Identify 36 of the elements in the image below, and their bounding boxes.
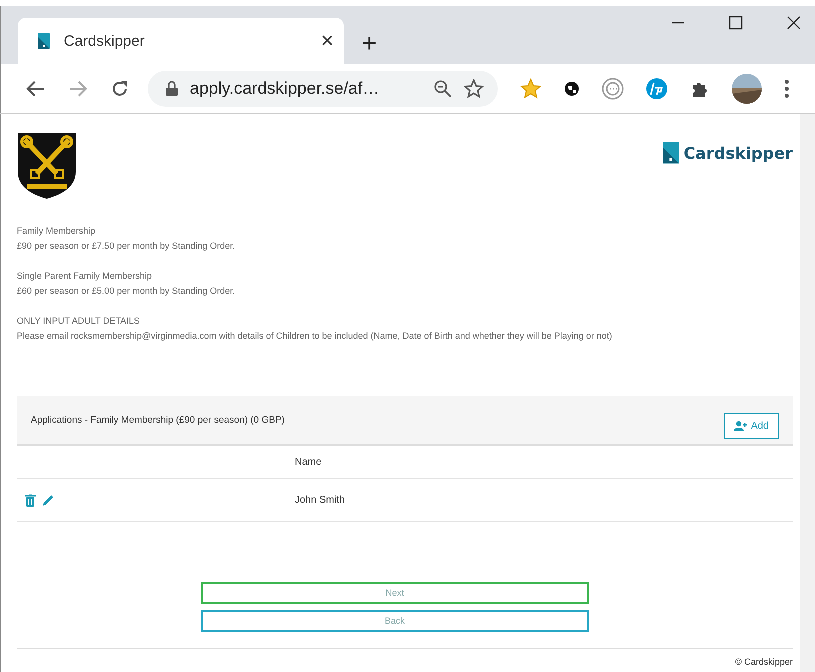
- menu-icon[interactable]: [784, 78, 790, 98]
- info-title: ONLY INPUT ADULT DETAILS: [17, 315, 142, 328]
- close-icon[interactable]: [787, 16, 801, 30]
- star-icon[interactable]: [520, 78, 542, 100]
- tab-title: Cardskipper: [64, 32, 146, 50]
- address-bar[interactable]: apply.cardskipper.se/af…: [148, 70, 498, 106]
- new-tab-button[interactable]: +: [362, 30, 378, 56]
- info-title: Family Membership: [17, 225, 97, 238]
- copyright-text: © Cardskipper: [735, 657, 793, 667]
- chat-icon[interactable]: [602, 78, 624, 100]
- info-text: £90 per season or £7.50 per month by Standing Order.: [17, 240, 236, 253]
- add-user-icon: [734, 421, 748, 431]
- crest-logo: [17, 132, 77, 200]
- url-text: apply.cardskipper.se/af…: [190, 78, 381, 98]
- info-text: Please email rocksmembership@virginmedia.com with details of Children to be included (Name, Date of Birth and whether they will be Playing or not): [17, 330, 614, 343]
- panel-title: Applications - Family Membership (£90 per season) (0 GBP): [31, 414, 285, 426]
- trash-icon[interactable]: [25, 494, 36, 506]
- maximize-icon[interactable]: [729, 16, 743, 30]
- avatar-icon[interactable]: [732, 74, 762, 104]
- reload-icon[interactable]: [110, 78, 130, 98]
- star-icon[interactable]: [464, 78, 484, 98]
- scrollbar[interactable]: [800, 114, 815, 672]
- brand-name: Cardskipper: [684, 144, 793, 162]
- column-header: Name: [295, 456, 322, 468]
- info-text: £60 per season or £5.00 per month by Standing Order.: [17, 285, 236, 298]
- cardskipper-icon: [38, 33, 50, 49]
- globe-icon[interactable]: [564, 80, 580, 96]
- zoom-out-icon[interactable]: [434, 80, 452, 98]
- info-title: Single Parent Family Membership: [17, 270, 154, 283]
- pencil-icon[interactable]: [42, 494, 55, 506]
- close-tab-button[interactable]: ×: [321, 30, 334, 52]
- table-cell: John Smith: [295, 494, 346, 506]
- hp-icon[interactable]: [646, 78, 668, 100]
- cardskipper-icon: [662, 141, 679, 165]
- back-arrow-icon[interactable]: [26, 78, 46, 98]
- lock-icon: [166, 81, 178, 96]
